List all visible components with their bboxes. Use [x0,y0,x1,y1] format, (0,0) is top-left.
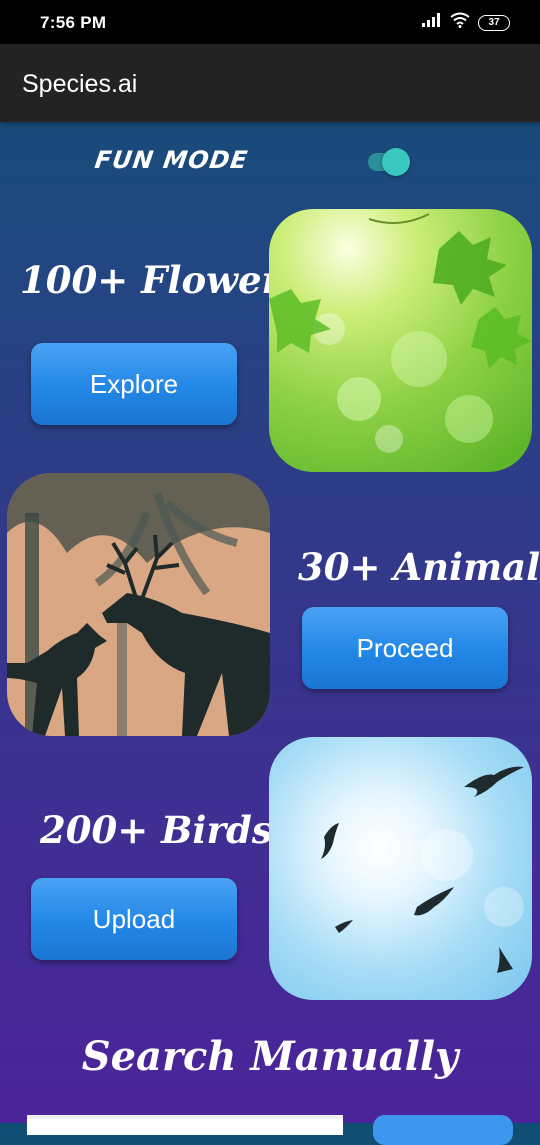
birds-sky-photo[interactable] [269,737,532,1000]
birds-label: 200+ Birds [40,808,273,852]
signal-icon [422,13,442,32]
green-leaves-photo[interactable] [269,209,532,472]
animals-label: 30+ Animals [298,545,540,589]
battery-icon: 37 [478,14,510,31]
proceed-button[interactable]: Proceed [302,607,508,689]
status-bar: 7:56 PM 37 [0,0,540,44]
fun-mode-toggle-thumb[interactable] [382,148,410,176]
deer-silhouette-photo[interactable] [7,473,270,736]
flowers-label: 100+ Flowers [20,258,302,302]
status-time: 7:56 PM [40,13,107,32]
search-input[interactable] [27,1115,343,1135]
app-bar: Species.ai [0,44,540,122]
fun-mode-label: FUN MODE [93,146,250,174]
upload-button[interactable]: Upload [31,878,237,960]
explore-button[interactable]: Explore [31,343,237,425]
search-manually-title: Search Manually [81,1033,459,1080]
status-icons: 37 [422,12,510,33]
search-button[interactable] [373,1115,513,1145]
app-title: Species.ai [22,70,138,98]
wifi-icon [450,12,470,33]
